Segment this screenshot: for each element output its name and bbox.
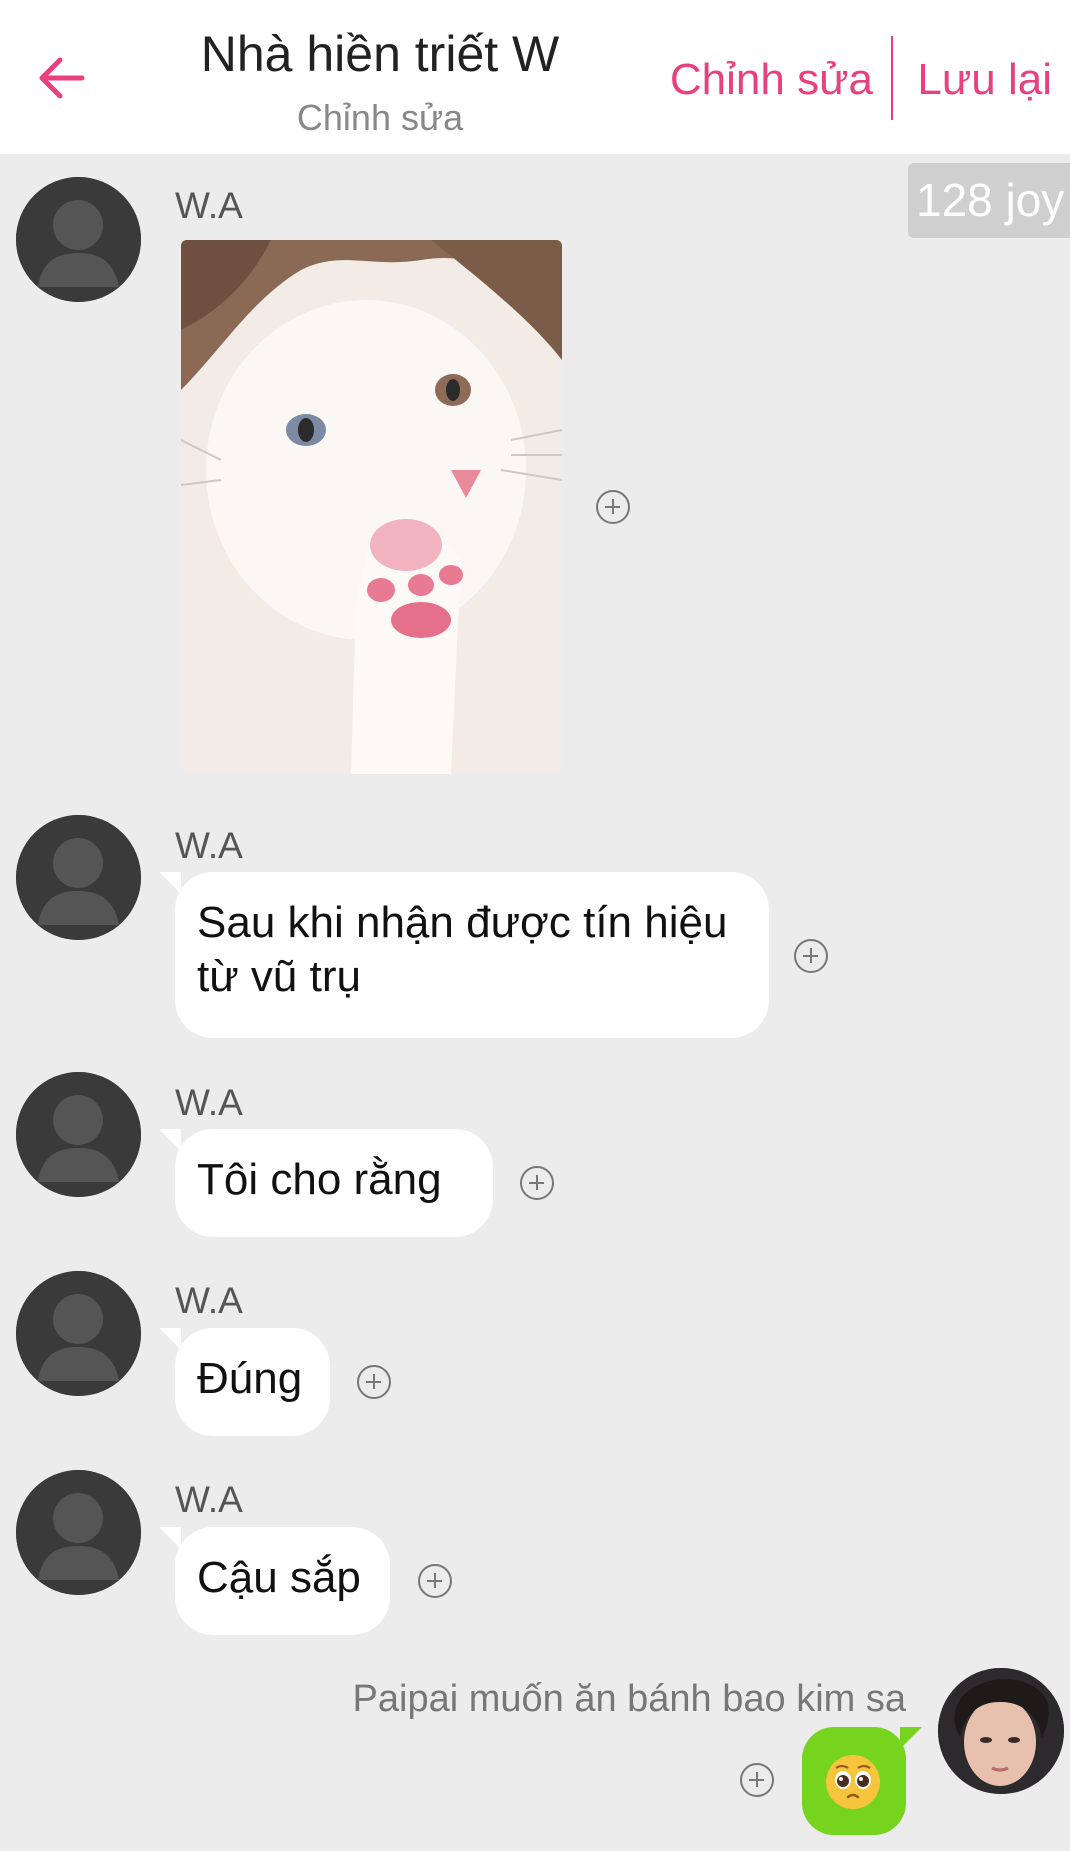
- message-bubble[interactable]: Đúng: [159, 1328, 330, 1436]
- joy-count-badge: 128 joy: [908, 163, 1070, 238]
- page-subtitle: Chỉnh sửa: [296, 97, 464, 138]
- my-avatar[interactable]: [938, 1668, 1064, 1794]
- message-bubble[interactable]: Tôi cho rằng: [159, 1129, 493, 1237]
- page-title: Nhà hiền triết W: [200, 26, 560, 82]
- sender-name: W.A: [175, 825, 243, 866]
- header-divider: [891, 36, 893, 120]
- edit-button[interactable]: Chỉnh sửa: [670, 52, 873, 108]
- header-bar: Nhà hiền triết W Chỉnh sửa Chỉnh sửa Lưu…: [0, 0, 1070, 154]
- sender-name: W.A: [175, 185, 243, 226]
- pleading-face-icon: [824, 1753, 882, 1811]
- add-reaction-icon[interactable]: [520, 1166, 554, 1200]
- back-arrow-icon[interactable]: [34, 50, 90, 106]
- my-sender-name: Paipai muốn ăn bánh bao kim sa: [352, 1678, 906, 1720]
- cat-photo[interactable]: [181, 240, 562, 774]
- avatar-placeholder-icon[interactable]: [16, 1271, 141, 1396]
- add-reaction-icon[interactable]: [794, 939, 828, 973]
- my-message-bubble[interactable]: [802, 1727, 922, 1835]
- avatar-placeholder-icon[interactable]: [16, 1072, 141, 1197]
- add-reaction-icon[interactable]: [357, 1365, 391, 1399]
- add-reaction-icon[interactable]: [418, 1564, 452, 1598]
- avatar-placeholder-icon[interactable]: [16, 1470, 141, 1595]
- add-reaction-icon[interactable]: [596, 490, 630, 524]
- save-button[interactable]: Lưu lại: [917, 52, 1052, 108]
- message-bubble[interactable]: Cậu sắp: [159, 1527, 390, 1635]
- avatar-placeholder-icon[interactable]: [16, 177, 141, 302]
- avatar-placeholder-icon[interactable]: [16, 815, 141, 940]
- sender-name: W.A: [175, 1082, 243, 1123]
- add-reaction-icon[interactable]: [740, 1763, 774, 1797]
- sender-name: W.A: [175, 1280, 243, 1321]
- message-bubble[interactable]: Sau khi nhận được tín hiệu từ vũ trụ: [159, 872, 769, 1038]
- sender-name: W.A: [175, 1479, 243, 1520]
